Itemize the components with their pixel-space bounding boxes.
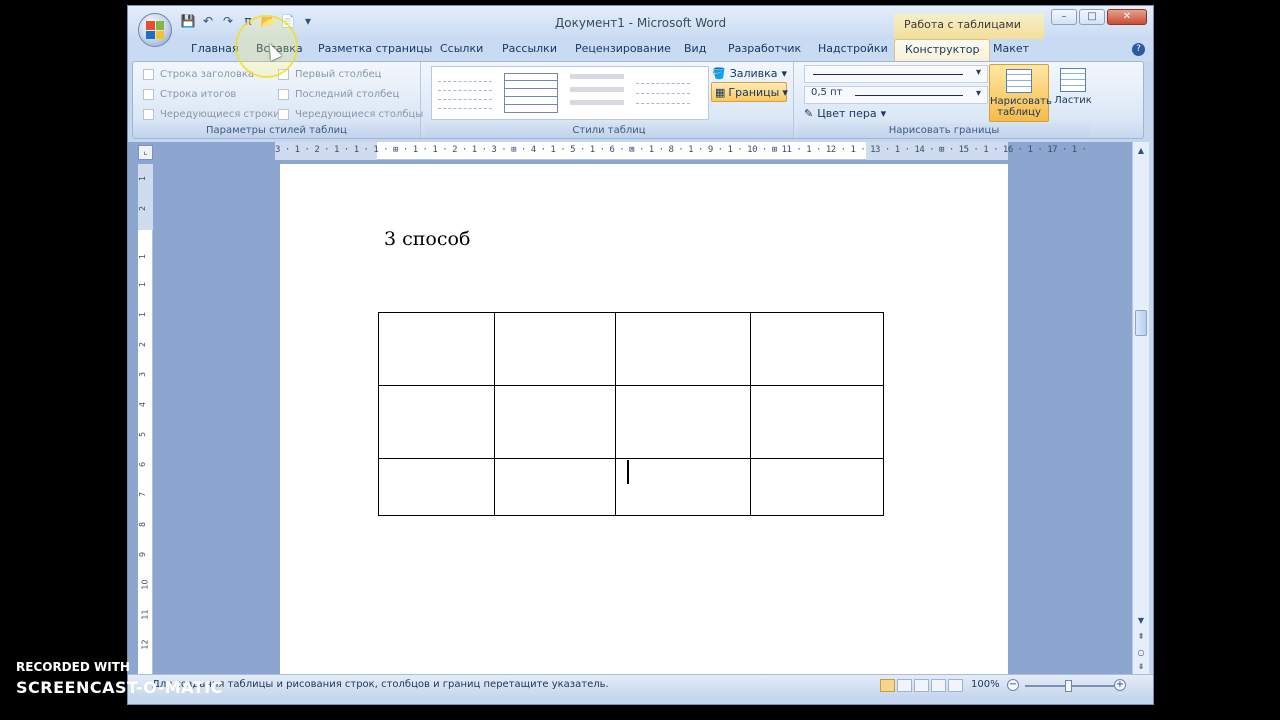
table-style-light[interactable] [636,73,690,113]
line-weight-dropdown[interactable]: 0,5 пт ▾ [804,86,988,104]
tab-addins[interactable]: Надстройки [818,42,888,55]
style-options-label: Параметры стилей таблиц [133,123,420,138]
ruler-scale: 3 · 1 · 2 · 1 · 1 · 1 · ⊞ · 1 · 1 · 2 · … [275,145,1087,155]
table-styles-group: 🪣 Заливка ▾ ▦ Границы ▾ Стили таблиц [425,62,794,138]
office-logo-icon [146,21,164,39]
table-cell[interactable] [750,458,884,516]
table-style-plain[interactable] [438,73,492,113]
close-button[interactable]: ✕ [1107,9,1147,25]
browse-object-icon[interactable]: ○ [1135,648,1147,657]
document-heading[interactable]: 3 способ [384,228,470,250]
zoom-slider[interactable] [1025,685,1121,687]
print-layout-icon[interactable] [880,679,895,692]
last-column-checkbox[interactable]: Последний столбец [278,89,399,100]
tab-review[interactable]: Рецензирование [575,42,671,55]
scroll-down-icon[interactable]: ▼ [1135,616,1147,625]
header-row-checkbox[interactable]: Строка заголовка [143,69,254,80]
draw-table-icon [1006,69,1032,93]
scroll-up-icon[interactable]: ▲ [1135,146,1147,155]
status-bar: Для создания таблицы и рисования строк, … [128,674,1153,696]
table-cell[interactable] [493,312,616,386]
borders-icon: ▦ [715,85,726,99]
outline-icon[interactable] [931,679,946,692]
banded-rows-checkbox[interactable]: Чередующиеся строки [143,109,280,120]
tab-selector-button[interactable]: ⌞ [138,145,153,160]
shading-button[interactable]: 🪣 Заливка ▾ [712,67,787,80]
eraser-icon [1060,68,1086,92]
draw-table-button[interactable]: Нарисовать таблицу [989,64,1052,122]
table-styles-gallery[interactable] [431,66,709,120]
zoom-out-icon[interactable]: − [1007,679,1019,691]
tab-mailings[interactable]: Рассылки [502,42,557,55]
table-style-shaded[interactable] [570,73,624,113]
zoom-slider-handle[interactable] [1065,680,1072,692]
chevron-down-icon: ▾ [880,107,887,120]
borders-button[interactable]: ▦ Границы ▾ [711,82,788,102]
line-style-dropdown[interactable]: ▾ [804,65,988,83]
screen-frame: 💾 ↶ ↷ π 📂 📄 ▾ Документ1 - Microsoft Word… [0,0,1280,720]
window-controls: – □ ✕ [1051,9,1147,25]
table-cell[interactable] [378,312,495,386]
word-window: 💾 ↶ ↷ π 📂 📄 ▾ Документ1 - Microsoft Word… [127,5,1154,705]
text-caret [627,460,629,484]
previous-page-icon[interactable]: ⇞ [1135,632,1147,641]
pen-color-button[interactable]: ✎ Цвет пера ▾ [804,107,886,120]
next-page-icon[interactable]: ⇟ [1135,662,1147,671]
vertical-scrollbar[interactable]: ▲ ▼ ⇞ ○ ⇟ [1132,142,1149,674]
vertical-ruler[interactable]: 1 2 1 1 1 2 3 4 5 6 7 8 9 10 11 12 [138,164,153,674]
table-cell[interactable] [614,385,752,459]
draw-borders-group: ▾ 0,5 пт ▾ ✎ Цвет пера ▾ Нарисовать таблицу… [798,62,1092,138]
document-page[interactable]: 3 способ [280,164,1008,674]
pen-icon: ✎ [804,107,814,120]
first-column-checkbox[interactable]: Первый столбец [278,69,381,80]
paint-bucket-icon: 🪣 [712,67,726,80]
tab-layout[interactable]: Макет [993,42,1029,55]
total-row-checkbox[interactable]: Строка итогов [143,89,236,100]
tab-view[interactable]: Вид [684,42,706,55]
tab-developer[interactable]: Разработчик [728,42,801,55]
draft-icon[interactable] [948,679,963,692]
chevron-down-icon: ▾ [781,67,788,80]
chevron-down-icon: ▾ [782,85,788,99]
table-tools-context-title: Работа с таблицами [894,14,1044,39]
tab-design[interactable]: Конструктор [894,39,991,61]
table-cell[interactable] [378,458,495,516]
draw-borders-label: Нарисовать границы [798,123,1090,138]
eraser-button[interactable]: Ластик [1051,64,1095,122]
table-cell[interactable] [493,458,616,516]
document-workspace: ⌞ 3 · 1 · 2 · 1 · 1 · 1 · ⊞ · 1 · 1 · 2 … [128,142,1138,674]
recording-watermark: RECORDED WITH SCREENCAST-O-MATIC [16,660,223,697]
view-buttons [880,679,963,692]
banded-columns-checkbox[interactable]: Чередующиеся столбцы [278,109,423,120]
table-styles-label: Стили таблиц [425,123,793,138]
web-layout-icon[interactable] [914,679,929,692]
tab-references[interactable]: Ссылки [440,42,483,55]
scroll-thumb[interactable] [1135,310,1147,336]
office-button[interactable] [138,13,172,47]
tab-home[interactable]: Главная [191,42,239,55]
table-cell[interactable] [750,385,884,459]
zoom-level[interactable]: 100% [971,679,1000,690]
table-cell[interactable] [378,385,495,459]
table-cell[interactable] [750,312,884,386]
table-cell[interactable] [614,312,752,386]
horizontal-ruler[interactable]: 3 · 1 · 2 · 1 · 1 · 1 · ⊞ · 1 · 1 · 2 · … [275,142,1087,160]
help-icon[interactable]: ? [1132,43,1145,56]
tab-page-layout[interactable]: Разметка страницы [318,42,432,55]
minimize-button[interactable]: – [1051,9,1077,25]
table-cell[interactable] [493,385,616,459]
ruler-top-margin [138,164,153,230]
document-table[interactable] [378,312,884,516]
reading-layout-icon[interactable] [897,679,912,692]
table-cell[interactable] [614,458,752,516]
table-style-grid[interactable] [504,73,558,113]
zoom-in-icon[interactable]: + [1114,679,1126,691]
maximize-button[interactable]: □ [1079,9,1105,25]
